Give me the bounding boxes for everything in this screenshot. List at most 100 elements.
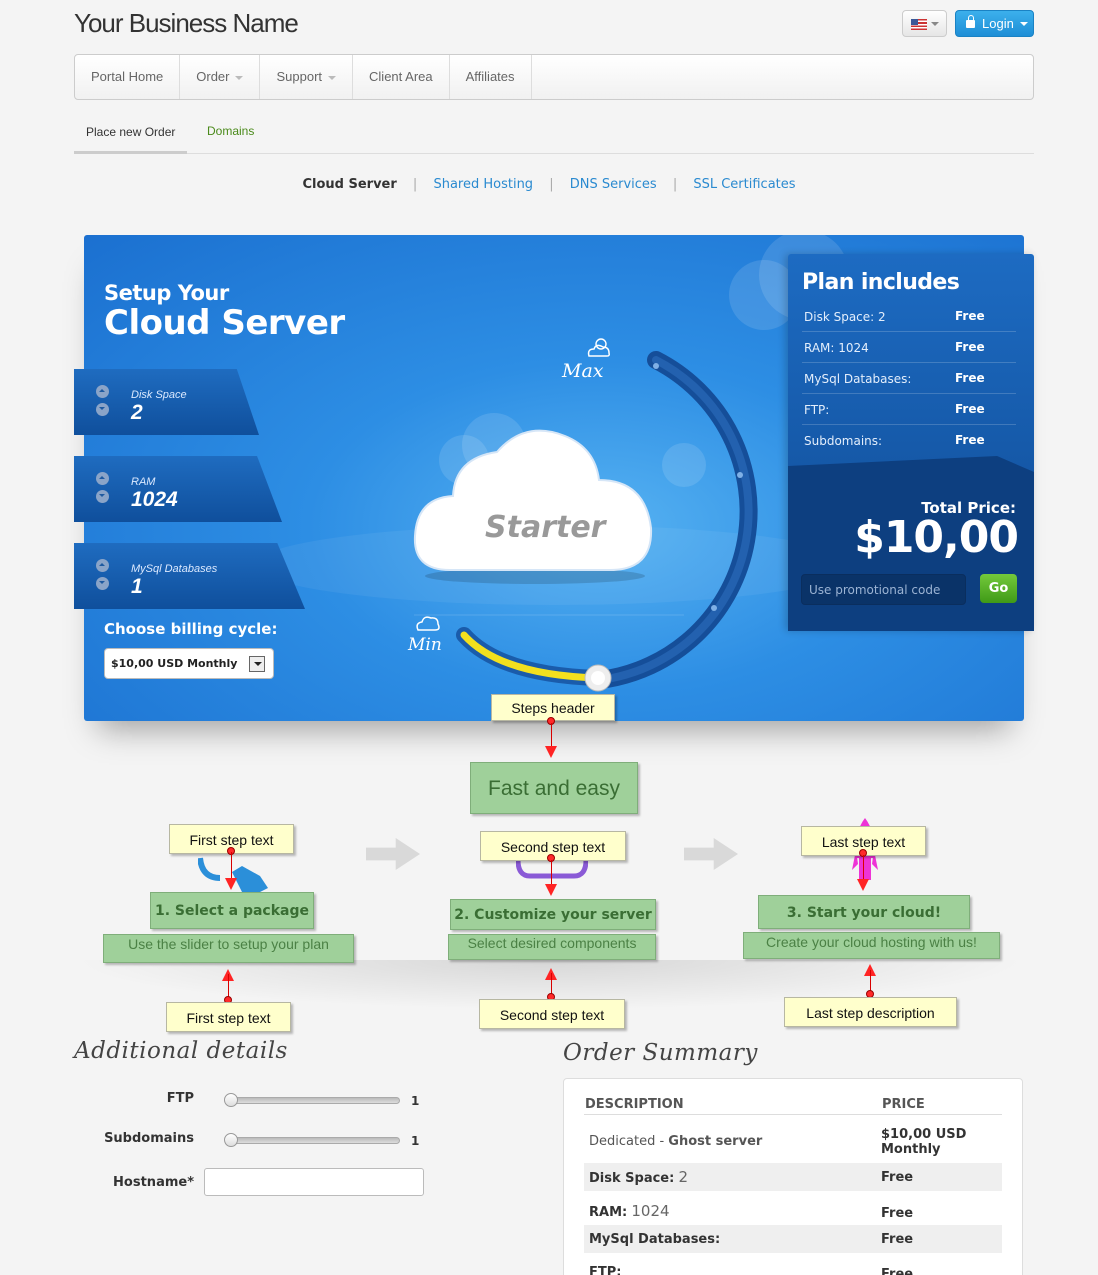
step2-title: 2. Customize your server <box>450 899 656 930</box>
product-type: Dedicated - <box>589 1134 669 1149</box>
step1-title: 1. Select a package <box>150 892 314 929</box>
lock-icon <box>966 15 975 28</box>
separator: | <box>672 177 678 192</box>
plan-includes-panel: Plan includes Disk Space: 2 Free RAM: 102… <box>788 254 1034 631</box>
category-dns-services[interactable]: DNS Services <box>570 177 657 192</box>
summary-label: MySql Databases: <box>589 1232 721 1247</box>
option-ram: RAM 1024 <box>74 456 282 522</box>
nav-label: Affiliates <box>465 69 515 84</box>
summary-price: $10,00 USD Monthly <box>881 1127 966 1157</box>
price-amount: $10,00 USD <box>881 1127 967 1142</box>
step2-note-bottom: Second step text <box>479 999 625 1029</box>
billing-cycle-select[interactable]: $10,00 USD Monthly <box>104 648 274 679</box>
ftp-slider-handle[interactable] <box>224 1093 238 1107</box>
summary-value: 2 <box>678 1168 689 1186</box>
plan-row-value: Free <box>955 433 985 447</box>
option-label: Disk Space <box>131 389 187 401</box>
summary-label: FTP: <box>589 1265 622 1275</box>
plan-row: MySql Databases: Free <box>802 363 1016 394</box>
summary-row: Dedicated - Ghost server $10,00 USD Month… <box>584 1125 1002 1163</box>
hero-title-line1: Setup Your <box>104 281 229 305</box>
chevron-down-icon <box>931 22 939 30</box>
summary-label: RAM: <box>589 1205 628 1220</box>
summary-desc: RAM: 1024 <box>589 1202 670 1220</box>
summary-price: Free <box>881 1206 914 1221</box>
billing-cycle-value: $10,00 USD Monthly <box>111 657 238 670</box>
nav-order[interactable]: Order <box>180 55 261 99</box>
category-cloud-server[interactable]: Cloud Server <box>302 177 396 192</box>
summary-price: Free <box>881 1267 914 1275</box>
go-button[interactable]: Go <box>980 574 1017 603</box>
increment-icon[interactable] <box>96 472 109 485</box>
hostname-label: Hostname* <box>113 1175 194 1190</box>
option-value: 2 <box>131 401 143 424</box>
steps-header: Fast and easy <box>470 762 638 814</box>
category-shared-hosting[interactable]: Shared Hosting <box>433 177 533 192</box>
col-description: DESCRIPTION <box>585 1097 684 1112</box>
subdomains-slider[interactable] <box>230 1137 400 1144</box>
plan-title: Plan includes <box>802 270 960 295</box>
plan-row: RAM: 1024 Free <box>802 332 1016 363</box>
increment-icon[interactable] <box>96 385 109 398</box>
nav-label: Client Area <box>369 69 433 84</box>
tab-domains[interactable]: Domains <box>207 124 254 138</box>
step3-note-bottom: Last step description <box>784 997 957 1027</box>
col-price: PRICE <box>882 1097 925 1112</box>
ftp-slider[interactable] <box>230 1097 400 1104</box>
product-name: Ghost server <box>668 1134 763 1149</box>
option-label: MySql Databases <box>131 563 218 575</box>
additional-details-title: Additional details <box>74 1038 288 1064</box>
option-disk-space: Disk Space 2 <box>74 369 259 435</box>
max-label: Max <box>562 360 604 382</box>
billing-cycle-label: Choose billing cycle: <box>104 620 278 638</box>
summary-desc: Dedicated - Ghost server <box>589 1134 762 1149</box>
plan-row-label: MySql Databases: <box>804 372 912 386</box>
chevron-down-icon <box>328 75 337 84</box>
summary-desc: Disk Space: 2 <box>589 1168 688 1186</box>
category-ssl-certificates[interactable]: SSL Certificates <box>693 177 795 192</box>
hostname-input[interactable] <box>204 1168 424 1196</box>
summary-desc: FTP: <box>589 1265 621 1275</box>
cloud-icon <box>413 429 653 584</box>
language-button[interactable] <box>902 10 947 37</box>
plan-row: Subdomains: Free <box>802 425 1016 456</box>
promo-code-input[interactable]: Use promotional code <box>801 574 966 605</box>
step1-note-bottom: First step text <box>166 1002 291 1032</box>
arrow-right-icon <box>366 838 420 870</box>
subdomains-value: 1 <box>411 1134 420 1148</box>
decrement-icon[interactable] <box>96 577 109 590</box>
plan-row-label: Disk Space: 2 <box>804 310 886 324</box>
plan-name: Starter <box>485 510 606 545</box>
nav-affiliates[interactable]: Affiliates <box>450 55 532 99</box>
option-value: 1 <box>131 575 143 598</box>
nav-client-area[interactable]: Client Area <box>353 55 450 99</box>
tab-place-new-order[interactable]: Place new Order <box>74 124 188 154</box>
sun-cloud-icon <box>587 338 610 357</box>
plan-row-label: RAM: 1024 <box>804 341 869 355</box>
option-label: RAM <box>131 476 156 488</box>
plan-row-value: Free <box>955 340 985 354</box>
plan-row-label: Subdomains: <box>804 434 883 448</box>
option-value: 1024 <box>131 488 178 511</box>
min-label: Min <box>408 635 442 655</box>
increment-icon[interactable] <box>96 559 109 572</box>
brand-name[interactable]: Your Business Name <box>74 8 299 39</box>
summary-price: Free <box>881 1232 914 1247</box>
option-mysql-databases: MySql Databases 1 <box>74 543 305 609</box>
separator: | <box>412 177 418 192</box>
summary-row: Disk Space: 2 Free <box>584 1163 1002 1191</box>
decrement-icon[interactable] <box>96 490 109 503</box>
nav-support[interactable]: Support <box>260 55 354 99</box>
cloud-small-icon <box>416 616 440 631</box>
subdomains-label: Subdomains <box>104 1131 194 1146</box>
nav-portal-home[interactable]: Portal Home <box>75 55 181 99</box>
summary-row: FTP: Free <box>584 1259 1002 1275</box>
summary-row: RAM: 1024 Free <box>584 1197 1002 1225</box>
decrement-icon[interactable] <box>96 403 109 416</box>
step3-title: 3. Start your cloud! <box>758 895 970 929</box>
login-button[interactable]: Login <box>955 10 1034 37</box>
subdomains-slider-handle[interactable] <box>224 1133 238 1147</box>
hero-title-line2: Cloud Server <box>104 303 345 343</box>
plan-row: FTP: Free <box>802 394 1016 425</box>
nav-label: Portal Home <box>91 69 164 84</box>
